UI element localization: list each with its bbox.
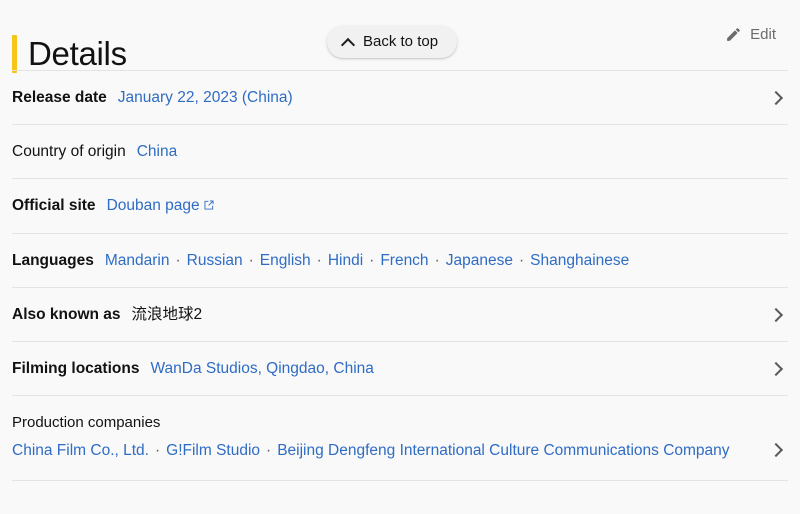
detail-value-link[interactable]: January 22, 2023 (China) bbox=[118, 89, 293, 106]
external-link-icon bbox=[203, 196, 215, 218]
detail-value-link[interactable]: Beijing Dengfeng International Culture C… bbox=[277, 442, 729, 459]
chevron-right-icon[interactable] bbox=[766, 359, 786, 379]
value-separator: · bbox=[316, 252, 322, 269]
value-separator: · bbox=[434, 252, 440, 269]
detail-row-values: China bbox=[137, 141, 178, 163]
details-list: Release date January 22, 2023 (China) Coun… bbox=[0, 70, 800, 481]
edit-label: Edit bbox=[750, 26, 776, 43]
detail-value-link[interactable]: Hindi bbox=[328, 252, 363, 269]
chevron-right-icon[interactable] bbox=[766, 305, 786, 325]
detail-row-content: Filming locations WanDa Studios, Qingdao,… bbox=[12, 358, 754, 380]
detail-row-values: China Film Co., Ltd. · G!Film Studio · Beiji… bbox=[12, 437, 754, 465]
chevron-right-icon[interactable] bbox=[766, 88, 786, 108]
detail-value-link[interactable]: China Film Co., Ltd. bbox=[12, 442, 149, 459]
details-header: Details Back to top Edit bbox=[0, 0, 800, 74]
detail-row-values: Douban page bbox=[107, 195, 215, 218]
value-separator: · bbox=[369, 252, 375, 269]
detail-row-label: Production companies bbox=[12, 414, 161, 431]
detail-row: Filming locations WanDa Studios, Qingdao,… bbox=[12, 341, 788, 395]
yellow-accent-bar bbox=[12, 35, 17, 74]
back-to-top-button[interactable]: Back to top bbox=[327, 26, 458, 58]
detail-value-link[interactable]: English bbox=[260, 252, 311, 269]
detail-row-label: Filming locations bbox=[12, 360, 140, 377]
detail-row-label: Release date bbox=[12, 89, 107, 106]
detail-row: Languages Mandarin · Russian · English · Hindi ·… bbox=[12, 233, 788, 287]
detail-row-label: Also known as bbox=[12, 306, 121, 323]
detail-row-values: 流浪地球2 bbox=[132, 304, 203, 326]
chevron-right-icon[interactable] bbox=[766, 440, 786, 460]
details-section: Details Back to top Edit Release date Jan… bbox=[0, 0, 800, 514]
detail-row-values: Mandarin · Russian · English · Hindi · French · Ja… bbox=[105, 250, 629, 272]
detail-value-text: 流浪地球2 bbox=[131, 306, 203, 323]
detail-value-link[interactable]: Douban page bbox=[107, 197, 200, 214]
detail-row-values: WanDa Studios, Qingdao, China bbox=[150, 358, 373, 380]
value-separator: · bbox=[518, 252, 525, 269]
chevron-up-icon bbox=[343, 37, 354, 48]
detail-row-content: Release date January 22, 2023 (China) bbox=[12, 87, 754, 109]
value-separator: · bbox=[248, 252, 254, 269]
detail-row: Also known as 流浪地球2 bbox=[12, 287, 788, 341]
edit-button[interactable]: Edit bbox=[723, 22, 778, 47]
detail-row-content: Also known as 流浪地球2 bbox=[12, 304, 754, 326]
detail-row-values: January 22, 2023 (China) bbox=[118, 87, 293, 109]
detail-row-content: Country of origin China bbox=[12, 141, 754, 163]
value-separator: · bbox=[175, 252, 181, 269]
detail-row-content: Production companies China Film Co., Ltd.… bbox=[12, 412, 754, 465]
detail-value-link[interactable]: Mandarin bbox=[105, 252, 170, 269]
back-to-top-label: Back to top bbox=[363, 33, 439, 50]
pencil-icon bbox=[725, 26, 742, 43]
detail-value-link[interactable]: Japanese bbox=[446, 252, 513, 269]
detail-value-link[interactable]: French bbox=[380, 252, 428, 269]
detail-row-content: Official site Douban page bbox=[12, 195, 754, 218]
detail-row-label: Official site bbox=[12, 197, 96, 214]
detail-value-link[interactable]: Shanghainese bbox=[530, 252, 629, 269]
detail-value-link[interactable]: China bbox=[137, 143, 178, 160]
detail-row-label: Languages bbox=[12, 252, 94, 269]
detail-row: Official site Douban page bbox=[12, 178, 788, 233]
detail-row: Release date January 22, 2023 (China) bbox=[12, 70, 788, 124]
detail-row: Country of origin China bbox=[12, 124, 788, 178]
detail-row: Production companies China Film Co., Ltd.… bbox=[12, 395, 788, 481]
detail-value-link[interactable]: Russian bbox=[187, 252, 243, 269]
detail-value-link[interactable]: G!Film Studio bbox=[166, 442, 260, 459]
value-separator: · bbox=[154, 442, 161, 459]
detail-value-link[interactable]: WanDa Studios, Qingdao, China bbox=[150, 360, 373, 377]
value-separator: · bbox=[266, 442, 272, 459]
page-title: Details bbox=[28, 35, 127, 73]
detail-row-content: Languages Mandarin · Russian · English · Hindi ·… bbox=[12, 250, 754, 272]
detail-row-label: Country of origin bbox=[12, 143, 126, 160]
